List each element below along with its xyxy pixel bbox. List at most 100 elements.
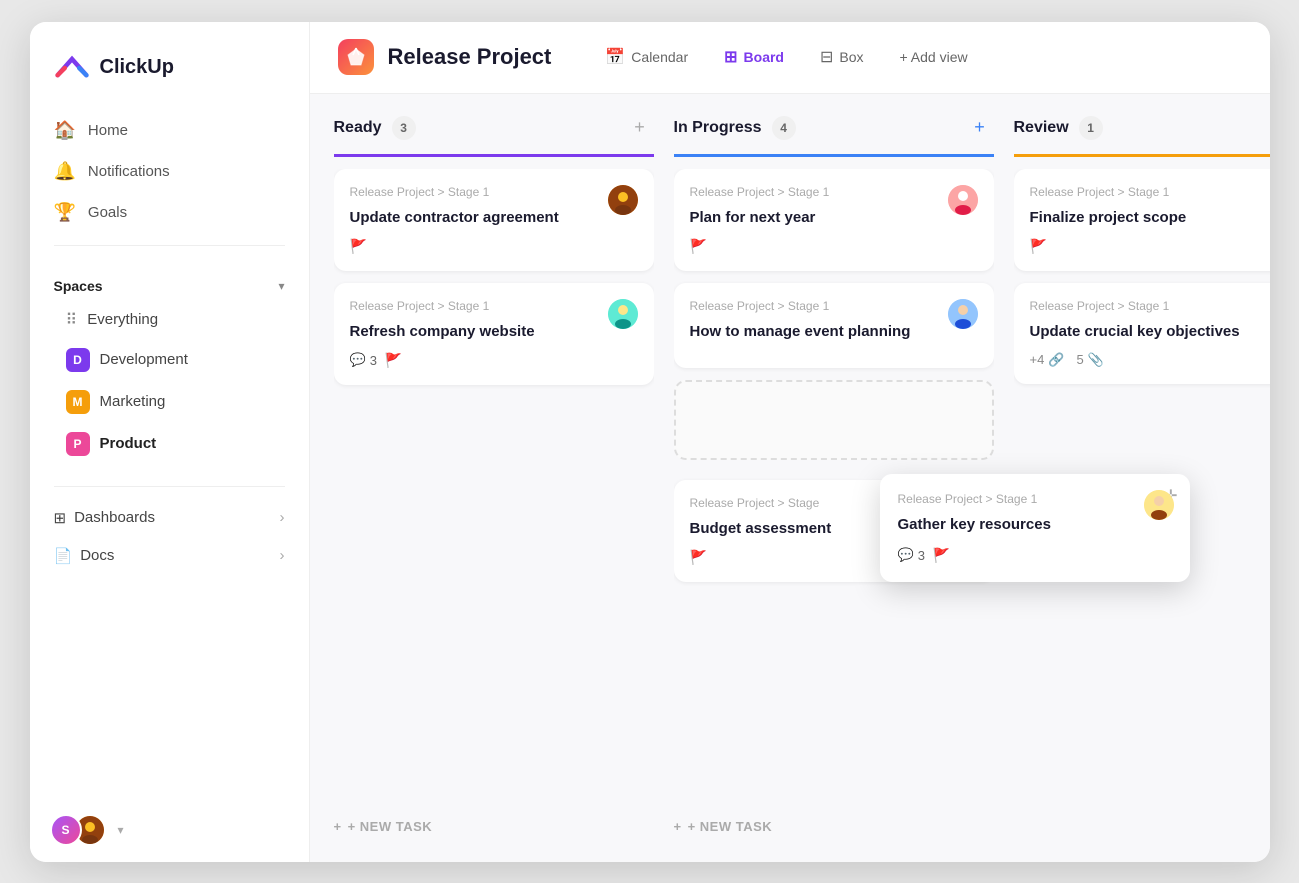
chevron-down-icon: ▾ xyxy=(278,279,284,293)
comment-badge: 💬 3 xyxy=(350,352,377,368)
notifications-label: Notifications xyxy=(88,163,170,180)
task-meta: Release Project > Stage 1 xyxy=(1030,185,1270,199)
attachment-count: 5 📎 xyxy=(1077,352,1104,368)
product-badge: P xyxy=(66,432,90,456)
task-avatar xyxy=(948,185,978,215)
floating-card-meta: Release Project > Stage 1 xyxy=(898,492,1172,506)
header-views: 📅 Calendar ⊞ Board ⊟ Box + Add view xyxy=(591,41,981,73)
notifications-icon: 🔔 xyxy=(54,161,76,182)
task-card[interactable]: Release Project > Stage 1 Finalize proje… xyxy=(1014,169,1270,271)
task-card[interactable]: Release Project > Stage 1 Update crucial… xyxy=(1014,283,1270,384)
board-label: Board xyxy=(744,49,784,65)
user-dropdown-icon: ▾ xyxy=(118,823,124,837)
flag-red-icon: 🚩 xyxy=(1030,238,1047,255)
task-card[interactable]: Release Project > Stage 1 How to manage … xyxy=(674,283,994,368)
task-extras: +4 🔗 5 📎 xyxy=(1030,352,1104,368)
add-card-in-progress-btn[interactable]: + xyxy=(966,114,994,142)
home-label: Home xyxy=(88,122,128,139)
extras-count: +4 🔗 xyxy=(1030,352,1065,368)
marketing-badge: M xyxy=(66,390,90,414)
marketing-label: Marketing xyxy=(100,393,166,410)
product-label: Product xyxy=(100,435,157,452)
comment-count: 3 xyxy=(918,548,925,563)
dashboards-icon: ⊞ xyxy=(54,509,67,527)
task-badges: 💬 3 🚩 xyxy=(350,352,403,369)
task-footer: +4 🔗 5 📎 xyxy=(1030,352,1270,368)
task-title: How to manage event planning xyxy=(690,321,978,342)
new-task-in-progress-btn[interactable]: + + NEW TASK xyxy=(674,811,994,842)
development-badge: D xyxy=(66,348,90,372)
attachment-icon: 📎 xyxy=(1088,352,1104,368)
column-ready: Ready 3 + Release Project > Stage 1 Upda… xyxy=(334,114,654,842)
floating-comment-badge: 💬 3 xyxy=(898,547,925,563)
task-meta: Release Project > Stage 1 xyxy=(350,299,638,313)
sidebar-item-dashboards[interactable]: ⊞ Dashboards › xyxy=(42,499,297,537)
sidebar-item-home[interactable]: 🏠 Home xyxy=(42,110,297,151)
task-title: Update crucial key objectives xyxy=(1030,321,1270,342)
view-board-btn[interactable]: ⊞ Board xyxy=(710,41,798,73)
sidebar-item-product[interactable]: P Product xyxy=(54,424,285,464)
spaces-label: Spaces xyxy=(54,278,103,294)
clickup-logo-icon xyxy=(54,50,90,86)
task-card[interactable]: Release Project > Stage 1 Update contrac… xyxy=(334,169,654,271)
add-view-btn[interactable]: + Add view xyxy=(886,43,982,71)
divider-2 xyxy=(54,486,285,487)
column-title-area-ready: Ready 3 xyxy=(334,116,416,140)
box-icon: ⊟ xyxy=(820,47,833,67)
goals-label: Goals xyxy=(88,204,127,221)
development-label: Development xyxy=(100,351,188,368)
extras-label: +4 xyxy=(1030,352,1045,367)
sidebar-item-everything[interactable]: ⠿ Everything xyxy=(54,302,285,338)
spaces-header[interactable]: Spaces ▾ xyxy=(54,278,285,294)
view-calendar-btn[interactable]: 📅 Calendar xyxy=(591,41,702,73)
new-task-ready-btn[interactable]: + + NEW TASK xyxy=(334,811,654,842)
add-card-ready-btn[interactable]: + xyxy=(626,114,654,142)
task-meta: Release Project > Stage 1 xyxy=(690,185,978,199)
column-header-review: Review 1 + xyxy=(1014,114,1270,157)
task-title: Refresh company website xyxy=(350,321,638,342)
view-box-btn[interactable]: ⊟ Box xyxy=(806,41,878,73)
sidebar-item-docs[interactable]: 📄 Docs › xyxy=(42,537,297,575)
column-header-in-progress: In Progress 4 + xyxy=(674,114,994,157)
plus-icon: + xyxy=(334,819,342,834)
comment-icon: 💬 xyxy=(350,352,366,368)
task-title: Plan for next year xyxy=(690,207,978,228)
floating-card-title: Gather key resources xyxy=(898,514,1172,535)
comment-icon: 💬 xyxy=(898,547,914,563)
board-area: Ready 3 + Release Project > Stage 1 Upda… xyxy=(310,94,1270,862)
task-footer: 🚩 xyxy=(1030,238,1270,255)
everything-label: Everything xyxy=(87,311,158,328)
column-header-ready: Ready 3 + xyxy=(334,114,654,157)
sidebar-item-goals[interactable]: 🏆 Goals xyxy=(42,192,297,233)
docs-label: Docs xyxy=(80,547,114,564)
sidebar-item-notifications[interactable]: 🔔 Notifications xyxy=(42,151,297,192)
floating-card[interactable]: ✛ Release Project > Stage 1 Gather key r… xyxy=(880,474,1190,582)
project-name: Release Project xyxy=(388,44,552,70)
calendar-icon: 📅 xyxy=(605,47,625,67)
column-title-in-progress: In Progress xyxy=(674,119,762,137)
task-card-placeholder xyxy=(674,380,994,460)
task-avatar xyxy=(948,299,978,329)
task-meta: Release Project > Stage 1 xyxy=(1030,299,1270,313)
task-footer: 💬 3 🚩 xyxy=(350,352,638,369)
sidebar-item-development[interactable]: D Development xyxy=(54,340,285,380)
task-title: Finalize project scope xyxy=(1030,207,1270,228)
flag-orange-icon: 🚩 xyxy=(690,549,707,566)
page-header: Release Project 📅 Calendar ⊞ Board ⊟ Box… xyxy=(310,22,1270,94)
chevron-right-icon-docs: › xyxy=(280,547,285,564)
column-count-review: 1 xyxy=(1079,116,1103,140)
task-card[interactable]: Release Project > Stage 1 Plan for next … xyxy=(674,169,994,271)
main-content: Release Project 📅 Calendar ⊞ Board ⊟ Box… xyxy=(310,22,1270,862)
task-meta: Release Project > Stage 1 xyxy=(690,299,978,313)
bottom-nav: ⊞ Dashboards › 📄 Docs › xyxy=(30,499,309,575)
floating-card-avatar xyxy=(1144,490,1174,520)
task-footer: 🚩 xyxy=(690,238,978,255)
task-card[interactable]: Release Project > Stage 1 Refresh compan… xyxy=(334,283,654,385)
main-nav: 🏠 Home 🔔 Notifications 🏆 Goals xyxy=(30,110,309,233)
plus-icon: + xyxy=(674,819,682,834)
user-area[interactable]: S ▾ xyxy=(30,798,309,862)
sidebar-item-marketing[interactable]: M Marketing xyxy=(54,382,285,422)
project-title-area: Release Project xyxy=(338,39,552,75)
everything-icon: ⠿ xyxy=(66,310,78,330)
avatar-stack: S xyxy=(50,814,106,846)
